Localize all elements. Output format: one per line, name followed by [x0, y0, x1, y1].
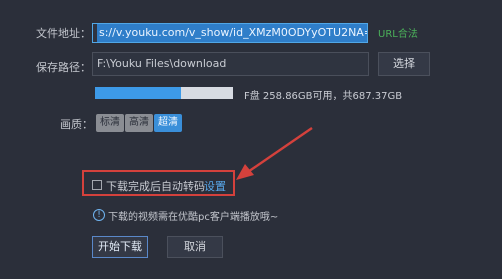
path-input[interactable]: F:\Youku Files\download: [92, 52, 369, 76]
url-status: URL合法: [378, 29, 418, 40]
quality-option-hd[interactable]: 高清: [125, 114, 153, 132]
disk-space-text: F盘 258.86GB可用，共687.37GB: [244, 91, 403, 102]
annotation-highlight-box: [82, 170, 235, 196]
url-input[interactable]: s://v.youku.com/v_show/id_XMzM0ODYyOTU2N…: [92, 23, 368, 43]
url-label: 文件地址：: [36, 27, 91, 40]
start-download-button[interactable]: 开始下载: [92, 236, 148, 258]
cancel-button[interactable]: 取消: [167, 236, 223, 258]
disk-usage-bar: [95, 87, 233, 99]
url-value: s://v.youku.com/v_show/id_XMzM0ODYyOTU2N…: [97, 24, 367, 42]
path-label: 保存路径：: [36, 61, 91, 74]
disk-usage-fill: [95, 87, 181, 99]
quality-option-sd[interactable]: 标清: [96, 114, 124, 132]
path-value: F:\Youku Files\download: [97, 57, 227, 70]
browse-button[interactable]: 选择: [378, 52, 430, 76]
quality-label: 画质：: [60, 118, 93, 131]
info-icon: !: [93, 209, 105, 221]
quality-option-shd[interactable]: 超清: [154, 114, 182, 132]
annotation-arrow: [236, 127, 313, 180]
notice-text: 下载的视频需在优酷pc客户端播放哦~: [108, 212, 279, 223]
